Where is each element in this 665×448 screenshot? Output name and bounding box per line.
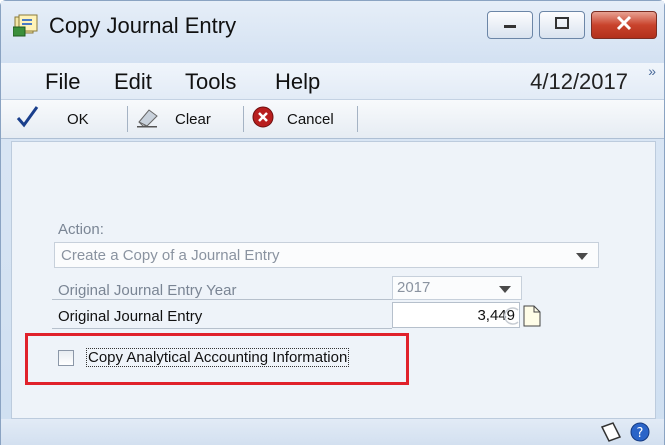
lookup-icon[interactable] — [500, 306, 522, 331]
year-dropdown[interactable]: 2017 — [392, 276, 522, 300]
clear-label: Clear — [175, 110, 211, 128]
clear-button[interactable]: Clear — [135, 100, 211, 138]
close-icon — [615, 15, 633, 36]
title-bar: Copy Journal Entry — [1, 1, 664, 63]
window-title: Copy Journal Entry — [49, 13, 237, 38]
note-icon[interactable] — [522, 304, 542, 333]
close-button[interactable] — [591, 11, 657, 39]
cancel-icon — [251, 105, 275, 134]
toolbar-separator — [357, 106, 358, 132]
chevron-down-icon — [576, 253, 588, 260]
ok-label: OK — [67, 110, 89, 128]
checkmark-icon — [15, 105, 39, 134]
ok-button[interactable]: OK — [15, 100, 89, 138]
highlight-box — [25, 333, 409, 385]
year-value: 2017 — [397, 279, 431, 296]
maximize-icon — [554, 16, 570, 35]
menu-help[interactable]: Help — [275, 69, 320, 95]
cancel-button[interactable]: Cancel — [251, 100, 334, 138]
menu-tools[interactable]: Tools — [185, 69, 236, 95]
menu-edit[interactable]: Edit — [114, 69, 152, 95]
help-icon[interactable]: ? — [629, 421, 651, 448]
toolbar: OK Clear Cancel — [1, 99, 664, 139]
app-icon — [12, 13, 39, 37]
minimize-icon — [502, 16, 518, 34]
action-value: Create a Copy of a Journal Entry — [61, 247, 280, 264]
toolbar-separator — [127, 106, 128, 132]
action-dropdown[interactable]: Create a Copy of a Journal Entry — [54, 242, 599, 268]
status-bar: ? — [1, 419, 664, 445]
action-label: Action: — [58, 221, 104, 238]
minimize-button[interactable] — [487, 11, 533, 39]
row-divider — [52, 299, 392, 300]
menu-file[interactable]: File — [45, 69, 80, 95]
year-label: Original Journal Entry Year — [58, 282, 237, 299]
menu-bar: File Edit Tools Help 4/12/2017 » — [1, 63, 664, 99]
maximize-button[interactable] — [539, 11, 585, 39]
more-chevron-icon[interactable]: » — [648, 63, 656, 79]
svg-text:?: ? — [637, 426, 644, 441]
row-divider — [52, 328, 392, 329]
user-date[interactable]: 4/12/2017 — [530, 69, 628, 95]
toolbar-separator — [243, 106, 244, 132]
entry-label: Original Journal Entry — [58, 308, 203, 325]
chevron-down-icon — [499, 286, 511, 293]
notes-icon[interactable] — [599, 421, 623, 448]
eraser-icon — [135, 106, 161, 133]
copy-journal-entry-window: Copy Journal Entry File Edit Tools Help … — [0, 0, 665, 445]
cancel-label: Cancel — [287, 110, 334, 128]
